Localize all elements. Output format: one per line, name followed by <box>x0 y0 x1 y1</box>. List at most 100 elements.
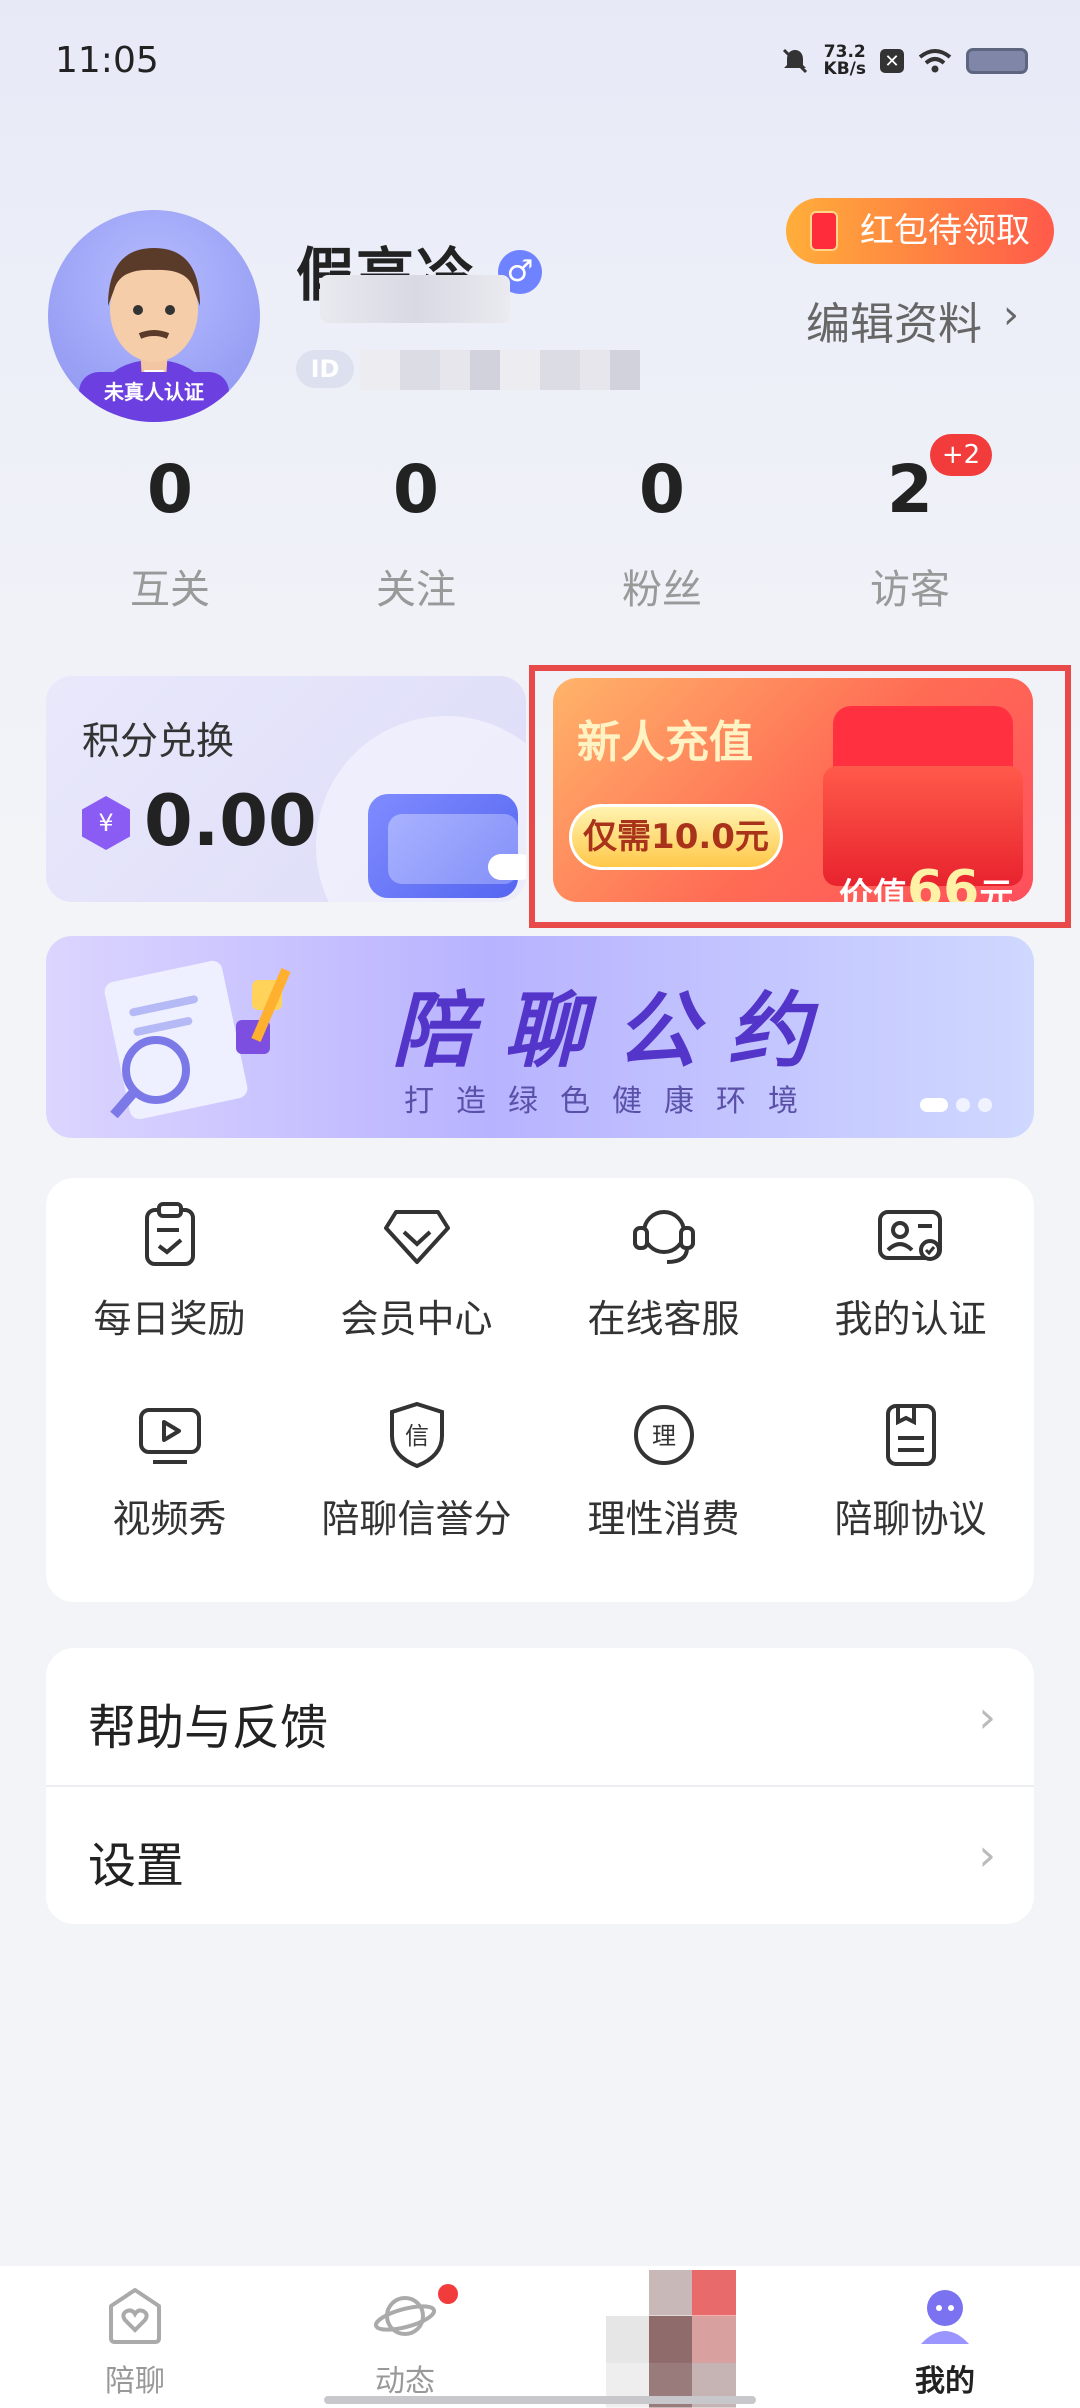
nav-tab-mine[interactable]: 我的 <box>810 2266 1080 2408</box>
grid-label: 视频秀 <box>112 1497 227 1541</box>
stat-mutual[interactable]: 0 互关 <box>70 455 270 615</box>
gift-body: 价值66元 <box>823 766 1023 902</box>
carousel-dot-active <box>920 1098 948 1112</box>
list-label: 帮助与反馈 <box>88 1700 329 1756</box>
nav-label: 我的 <box>915 2364 975 2399</box>
visitor-count-badge: +2 <box>930 434 992 476</box>
diamond-icon <box>383 1210 450 1264</box>
value-prefix: 价值 <box>839 876 907 902</box>
status-icons: 73.2 KB/s ✕ <box>780 44 1028 78</box>
points-title: 积分兑换 <box>82 719 235 763</box>
notification-x-icon: ✕ <box>880 49 904 73</box>
edit-profile-link[interactable]: 编辑资料 <box>806 288 982 352</box>
grid-label: 陪聊信誉分 <box>321 1497 512 1541</box>
feature-grid: 每日奖励 会员中心 在线客服 我的认证 视频秀 信 陪聊信誉分 理 理性消费 陪… <box>46 1178 1034 1602</box>
video-play-icon <box>138 1408 201 1464</box>
stat-label: 访客 <box>870 567 950 613</box>
new-user-recharge-card[interactable]: 新人充值 仅需10.0元 价值66元 <box>553 678 1033 902</box>
carousel-dot <box>978 1098 992 1112</box>
chevron-right-icon: › <box>978 1830 996 1881</box>
stat-value: 0 <box>147 451 193 528</box>
stat-visitors[interactable]: 2 访客 <box>810 455 1010 615</box>
grid-label: 理性消费 <box>587 1497 740 1541</box>
banner-title: 陪聊公约 <box>392 984 840 1079</box>
chevron-right-icon: › <box>1003 292 1019 338</box>
notification-dot <box>438 2284 458 2304</box>
id-card-icon <box>877 1210 942 1261</box>
points-value: 0.00 <box>144 780 317 862</box>
wifi-icon <box>918 49 952 73</box>
stat-following[interactable]: 0 关注 <box>316 455 516 615</box>
red-packet-label: 红包待领取 <box>860 211 1030 251</box>
avatar[interactable]: 未真人认证 <box>48 210 260 422</box>
grid-item-my-verification[interactable]: 我的认证 <box>787 1178 1034 1368</box>
stat-label: 互关 <box>130 567 210 613</box>
grid-item-video-show[interactable]: 视频秀 <box>46 1378 293 1568</box>
grid-item-agreement[interactable]: 陪聊协议 <box>787 1378 1034 1568</box>
value-suffix: 元 <box>979 876 1014 902</box>
bell-muted-icon <box>782 48 807 74</box>
grid-label: 每日奖励 <box>93 1297 246 1341</box>
grid-item-daily-reward[interactable]: 每日奖励 <box>46 1178 293 1368</box>
stat-fans[interactable]: 0 粉丝 <box>562 455 762 615</box>
coin-icon: ¥ <box>82 796 130 850</box>
list-label: 设置 <box>88 1838 185 1894</box>
bottom-nav: 陪聊 动态 我的 <box>0 2266 1080 2408</box>
carousel-dot <box>956 1098 970 1112</box>
recharge-price: 仅需10.0元 <box>569 804 783 870</box>
wallet-icon <box>368 794 526 898</box>
grid-label: 会员中心 <box>340 1297 493 1341</box>
grid-item-customer-service[interactable]: 在线客服 <box>540 1178 787 1368</box>
carousel-dots <box>920 1098 992 1112</box>
grid-label: 在线客服 <box>587 1297 740 1341</box>
heart-home-icon <box>109 2288 161 2344</box>
shield-trust-icon: 信 <box>389 1401 444 1469</box>
red-packet-button[interactable]: 红包待领取 <box>786 198 1054 264</box>
shield-glyph: 信 <box>405 1422 429 1450</box>
stat-value: 0 <box>393 451 439 528</box>
grid-label: 我的认证 <box>834 1297 987 1341</box>
stat-value: 0 <box>639 451 685 528</box>
profile-icon <box>921 2290 969 2344</box>
points-exchange-card[interactable]: 积分兑换 ¥ 0.00 <box>46 676 526 902</box>
nav-label: 动态 <box>375 2364 435 2399</box>
stat-label: 粉丝 <box>622 567 702 613</box>
net-speed-unit: KB/s <box>823 59 866 79</box>
blurred-info <box>320 275 510 323</box>
list-item-help-feedback[interactable]: 帮助与反馈 › <box>46 1648 1034 1787</box>
document-icon <box>885 1404 936 1466</box>
grid-label: 陪聊协议 <box>834 1497 987 1541</box>
blurred-nav-item[interactable] <box>606 2270 736 2408</box>
home-indicator <box>324 2396 756 2404</box>
battery-icon <box>966 48 1028 74</box>
id-label: ID <box>296 350 354 388</box>
grid-item-member-center[interactable]: 会员中心 <box>293 1178 540 1368</box>
list-item-settings[interactable]: 设置 › <box>46 1786 1034 1924</box>
value-number: 66 <box>907 860 980 902</box>
banner-subtitle: 打造绿色健康环境 <box>404 1084 820 1119</box>
recharge-value: 价值66元 <box>839 860 1013 902</box>
nav-label: 陪聊 <box>105 2364 165 2399</box>
verification-badge: 未真人认证 <box>79 372 229 412</box>
gift-box-icon: 价值66元 <box>823 696 1023 902</box>
red-envelope-icon <box>810 211 838 251</box>
nav-tab-moments[interactable]: 动态 <box>270 2266 540 2408</box>
chevron-right-icon: › <box>978 1692 996 1743</box>
clipboard-check-icon <box>144 1202 195 1266</box>
recharge-title: 新人充值 <box>577 717 753 768</box>
wallet-clasp <box>488 854 526 880</box>
document-magnifier-illustration <box>104 960 291 1120</box>
blurred-id <box>360 350 640 390</box>
settings-list: 帮助与反馈 › 设置 › <box>46 1648 1034 1924</box>
grid-item-rational-spending[interactable]: 理 理性消费 <box>540 1378 787 1568</box>
convention-banner[interactable]: 陪聊公约 打造绿色健康环境 <box>46 936 1034 1138</box>
nav-tab-chat[interactable]: 陪聊 <box>0 2266 270 2408</box>
stat-label: 关注 <box>376 567 456 613</box>
headset-icon <box>632 1210 695 1264</box>
circle-glyph: 理 <box>652 1422 676 1450</box>
wallet-inner <box>388 814 526 884</box>
rational-circle-icon: 理 <box>633 1405 694 1465</box>
planet-icon <box>373 2296 437 2336</box>
status-time: 11:05 <box>55 40 159 81</box>
grid-item-credit-score[interactable]: 信 陪聊信誉分 <box>293 1378 540 1568</box>
